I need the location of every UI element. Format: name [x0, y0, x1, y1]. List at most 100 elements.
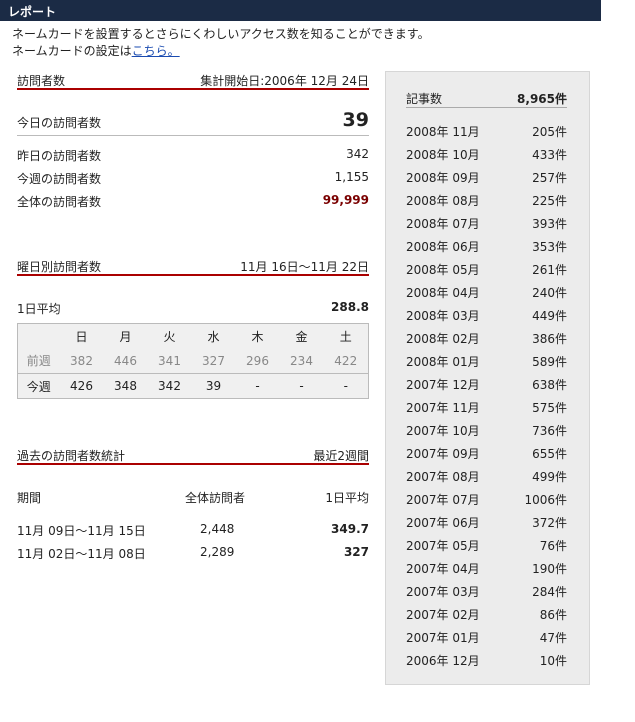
table-cell: -: [343, 379, 348, 393]
intro-text: ネームカードを設置するとさらにくわしいアクセス数を知ることができます。: [12, 27, 430, 41]
month-count: 240件: [532, 286, 567, 300]
month-count: 284件: [532, 585, 567, 599]
month-label: 2006年 12月: [406, 654, 480, 668]
past-stats-title: 過去の訪問者数統計: [17, 449, 126, 463]
month-count: 353件: [532, 240, 567, 254]
table-cell: 39: [205, 379, 222, 393]
list-item: 2007年 06月 372件: [406, 510, 567, 533]
today-visitors-label: 今日の訪問者数: [17, 116, 102, 130]
day-header: 月: [119, 329, 132, 344]
month-label: 2008年 06月: [406, 240, 480, 254]
article-count-label: 記事数: [406, 92, 443, 106]
monthly-article-list: 2008年 11月 205件 2008年 10月 433件 2008年 09月 257件 2…: [406, 119, 567, 671]
previous-week-label: 前週: [17, 348, 60, 374]
month-label: 2008年 03月: [406, 309, 480, 323]
yesterday-visitors-label: 昨日の訪問者数: [17, 149, 102, 163]
table-cell: 446: [103, 348, 148, 374]
month-label: 2007年 10月: [406, 424, 480, 438]
month-count: 10件: [539, 654, 567, 668]
table-cell: 342: [158, 379, 181, 393]
total-visitors-label: 全体の訪問者数: [17, 195, 102, 209]
month-count: 205件: [532, 125, 567, 139]
list-item: 2007年 04月 190件: [406, 556, 567, 579]
month-label: 2007年 09月: [406, 447, 480, 461]
month-count: 736件: [532, 424, 567, 438]
table-row: 11月 02日～11月 08日 2,289 327: [17, 543, 369, 563]
day-header: 木: [251, 329, 264, 344]
article-count-panel: 記事数 8,965件 2008年 11月 205件 2008年 10月 433件 200…: [385, 71, 590, 685]
total-cell: 2,448: [200, 522, 235, 536]
weekday-section-header: 曜日別訪問者数 11月 16日～11月 22日: [17, 256, 369, 276]
month-label: 2007年 06月: [406, 516, 480, 530]
week-visitors-label: 今週の訪問者数: [17, 172, 102, 186]
namecard-settings-link[interactable]: こちら。: [132, 44, 180, 58]
col-period-header: 期間: [17, 491, 42, 505]
table-cell: 296: [235, 348, 280, 374]
list-item: 2007年 01月 47件: [406, 625, 567, 648]
list-item: 2007年 07月 1006件: [406, 487, 567, 510]
weekday-table: 日 月 火 水 木 金 土 前週 382 446 341 327 296 234…: [17, 323, 369, 399]
month-label: 2008年 05月: [406, 263, 480, 277]
list-item: 2007年 11月 575件: [406, 395, 567, 418]
list-item: 2007年 09月 655件: [406, 441, 567, 464]
month-label: 2007年 02月: [406, 608, 480, 622]
week-visitors-value: 1,155: [334, 170, 369, 184]
past-stats-header-row: 期間 全体訪問者 1日平均: [17, 487, 369, 507]
period-cell: 11月 09日～11月 15日: [17, 524, 146, 538]
month-count: 575件: [532, 401, 567, 415]
visitors-section-header: 訪問者数 集計開始日:2006年 12月 24日: [17, 70, 369, 90]
weekday-title: 曜日別訪問者数: [17, 260, 102, 274]
past-stats-section-header: 過去の訪問者数統計 最近2週間: [17, 445, 369, 465]
day-header: 火: [163, 329, 176, 344]
month-count: 190件: [532, 562, 567, 576]
month-count: 261件: [532, 263, 567, 277]
average-cell: 327: [343, 545, 369, 559]
list-item: 2008年 05月 261件: [406, 257, 567, 280]
month-label: 2007年 04月: [406, 562, 480, 576]
list-item: 2007年 10月 736件: [406, 418, 567, 441]
month-count: 86件: [539, 608, 567, 622]
month-label: 2008年 04月: [406, 286, 480, 300]
month-count: 589件: [532, 355, 567, 369]
day-header: 土: [339, 329, 352, 344]
weekday-range: 11月 16日～11月 22日: [240, 260, 369, 274]
month-count: 449件: [532, 309, 567, 323]
table-cell: -: [255, 379, 260, 393]
yesterday-visitors-value: 342: [346, 147, 369, 161]
header-bar: レポート: [0, 0, 601, 21]
month-label: 2008年 10月: [406, 148, 480, 162]
month-label: 2007年 08月: [406, 470, 480, 484]
table-cell: 234: [279, 348, 324, 374]
list-item: 2008年 11月 205件: [406, 119, 567, 142]
list-item: 2007年 08月 499件: [406, 464, 567, 487]
month-label: 2007年 07月: [406, 493, 480, 507]
month-count: 257件: [532, 171, 567, 185]
article-count-header: 記事数 8,965件: [406, 88, 567, 108]
list-item: 2008年 07月 393件: [406, 211, 567, 234]
month-count: 393件: [532, 217, 567, 231]
intro-setting-prefix: ネームカードの設定は: [12, 44, 132, 58]
list-item: 2007年 12月 638件: [406, 372, 567, 395]
count-start-date: 集計開始日:2006年 12月 24日: [200, 74, 369, 88]
table-cell: -: [299, 379, 304, 393]
month-count: 433件: [532, 148, 567, 162]
list-item: 2008年 09月 257件: [406, 165, 567, 188]
month-count: 386件: [532, 332, 567, 346]
table-cell: 327: [191, 348, 236, 374]
table-cell: 426: [70, 379, 93, 393]
month-count: 499件: [532, 470, 567, 484]
month-count: 225件: [532, 194, 567, 208]
current-week-label: 今週: [26, 379, 51, 394]
previous-week-row: 前週 382 446 341 327 296 234 422: [17, 348, 369, 374]
daily-average-row: 1日平均 288.8: [17, 298, 369, 318]
month-count: 1006件: [524, 493, 567, 507]
month-count: 372件: [532, 516, 567, 530]
past-stats-range: 最近2週間: [313, 449, 369, 463]
month-count: 655件: [532, 447, 567, 461]
month-label: 2008年 11月: [406, 125, 480, 139]
month-label: 2008年 09月: [406, 171, 480, 185]
week-visitors-row: 今週の訪問者数 1,155: [17, 168, 369, 188]
list-item: 2008年 08月 225件: [406, 188, 567, 211]
table-row: 11月 09日～11月 15日 2,448 349.7: [17, 520, 369, 540]
list-item: 2008年 03月 449件: [406, 303, 567, 326]
